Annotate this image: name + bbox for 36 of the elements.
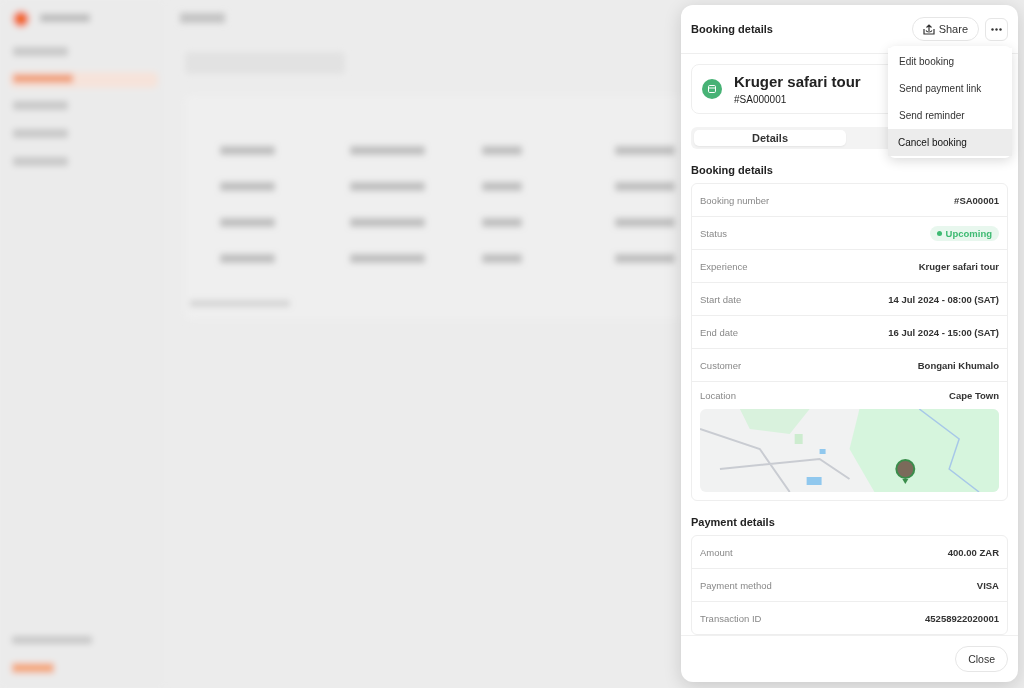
- field-label: Start date: [700, 293, 742, 305]
- field-label: Amount: [700, 546, 733, 558]
- field-label: Experience: [700, 260, 748, 272]
- field-value: 16 Jul 2024 - 15:00 (SAT): [888, 326, 999, 338]
- menu-item[interactable]: Send payment link: [888, 75, 1012, 102]
- share-icon: [922, 23, 935, 35]
- menu-item[interactable]: Edit booking: [888, 48, 1012, 75]
- panel-title: Booking details: [691, 23, 774, 35]
- field-value: Bongani Khumalo: [917, 359, 999, 371]
- field-label: Payment method: [700, 579, 772, 591]
- experience-title: Kruger safari tour: [734, 73, 861, 90]
- field-label: End date: [700, 326, 739, 338]
- status-badge: Upcoming: [929, 225, 999, 241]
- booking-number: #SA000001: [734, 94, 788, 105]
- field-value: 400.00 ZAR: [947, 546, 999, 558]
- field-value: 14 Jul 2024 - 08:00 (SAT): [888, 293, 999, 305]
- more-icon: [991, 27, 1002, 31]
- field-label: Transaction ID: [700, 612, 762, 624]
- close-button[interactable]: Close: [955, 646, 1008, 672]
- menu-item[interactable]: Cancel booking: [888, 129, 1012, 156]
- more-button[interactable]: [985, 17, 1008, 41]
- field-value: Kruger safari tour: [918, 260, 999, 272]
- field-value: Cape Town: [949, 390, 999, 401]
- calendar-icon: [702, 79, 722, 99]
- share-button[interactable]: Share: [911, 17, 979, 41]
- field-label: Status: [700, 227, 727, 239]
- tab[interactable]: Details: [694, 130, 846, 146]
- field-label: Booking number: [700, 194, 770, 206]
- section-title: Booking details: [691, 164, 774, 176]
- field-value: #SA00001: [954, 194, 999, 206]
- field-value: VISA: [976, 579, 999, 591]
- field-value: 45258922020001: [925, 612, 999, 624]
- field-label: Location: [700, 390, 736, 401]
- section-title: Payment details: [691, 516, 776, 528]
- field-label: Customer: [700, 359, 742, 371]
- menu-item[interactable]: Send reminder: [888, 102, 1012, 129]
